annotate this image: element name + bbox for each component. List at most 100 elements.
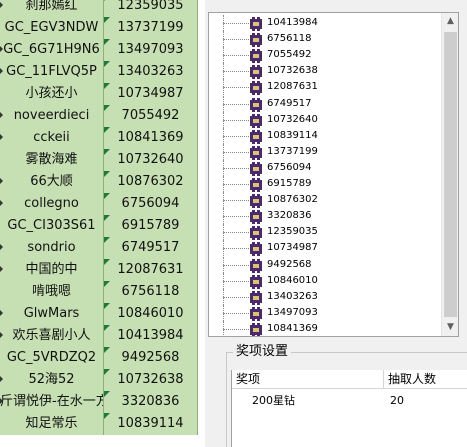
cell-edge[interactable] [198,413,205,435]
list-item[interactable]: 10839114 [209,127,441,144]
cell-user-id[interactable]: 6756118 [104,281,198,303]
cell-user-id[interactable]: 7055492 [104,105,198,127]
cell-user-id[interactable]: 10876302 [104,171,198,193]
table-row[interactable]: 66大顺 10876302 [0,171,205,193]
cell-edge[interactable] [198,237,205,259]
list-item[interactable]: 10846010 [209,272,441,289]
cell-user-id[interactable]: 10732640 [104,149,198,171]
cell-user-id[interactable]: 12087631 [104,259,198,281]
list-item[interactable]: 12087631 [209,79,441,96]
cell-username[interactable]: 雾散海难 [0,149,104,171]
cell-edge[interactable] [198,149,205,171]
scroll-down-icon[interactable]: ▼ [442,319,458,336]
vertical-scrollbar[interactable]: ▲ ▼ [441,13,458,336]
cell-edge[interactable] [198,303,205,325]
cell-username[interactable]: 斤谓悦伊-在水一方 [0,391,104,413]
cell-username[interactable]: sondrio [0,237,104,259]
cell-edge[interactable] [198,347,205,369]
list-item[interactable]: 3320836 [209,208,441,225]
cell-user-id[interactable]: 13403263 [104,61,198,83]
table-row[interactable]: GC_6G71H9N6 13497093 [0,39,205,61]
list-item[interactable]: 7055492 [209,47,441,64]
cell-edge[interactable] [198,215,205,237]
cell-user-id[interactable]: 6749517 [104,237,198,259]
cell-user-id[interactable]: 10841369 [104,127,198,149]
cell-edge[interactable] [198,259,205,281]
list-item[interactable]: 10732640 [209,111,441,128]
cell-username[interactable]: GlwMars [0,303,104,325]
scroll-thumb[interactable] [444,32,457,317]
cell-edge[interactable] [198,83,205,105]
cell-edge[interactable] [198,0,205,17]
table-row[interactable]: GC_5VRDZQ2 9492568 [0,347,205,369]
list-item[interactable]: 10413984 [209,15,441,31]
cell-user-id[interactable]: 9492568 [104,347,198,369]
prize-row[interactable]: 200星钻 20 [232,392,467,410]
list-item[interactable]: 10734987 [209,240,441,257]
table-row[interactable]: 52海52 10732638 [0,369,205,391]
cell-user-id[interactable]: 10846010 [104,303,198,325]
cell-username[interactable]: 啃哦嗯 [0,281,104,303]
cell-edge[interactable] [198,369,205,391]
cell-username[interactable]: 欢乐喜剧小人 [0,325,104,347]
column-header-count[interactable]: 抽取人数 [384,370,467,388]
list-item[interactable]: 13403263 [209,288,441,305]
cell-edge[interactable] [198,17,205,39]
cell-username[interactable]: 刹那嫣红 [0,0,104,17]
cell-user-id[interactable]: 13497093 [104,39,198,61]
cell-user-id[interactable]: 12359035 [104,0,198,17]
list-item[interactable]: 13737199 [209,143,441,160]
list-item[interactable]: 6756094 [209,159,441,176]
cell-username[interactable]: GC_6G71H9N6 [0,39,104,61]
table-row[interactable]: 小孩还小 10734987 [0,83,205,105]
table-row[interactable]: 啃哦嗯 6756118 [0,281,205,303]
prize-table[interactable]: 奖项 抽取人数 200星钻 20 [231,370,467,447]
cell-username[interactable]: 52海52 [0,369,104,391]
cell-username[interactable]: 66大顺 [0,171,104,193]
cell-user-id[interactable]: 6756094 [104,193,198,215]
list-item[interactable]: 12359035 [209,224,441,241]
cell-edge[interactable] [198,39,205,61]
table-row[interactable]: noveerdieci 7055492 [0,105,205,127]
cell-username[interactable]: 知足常乐 [0,413,104,435]
cell-edge[interactable] [198,61,205,83]
cell-edge[interactable] [198,171,205,193]
table-row[interactable]: 雾散海难 10732640 [0,149,205,171]
cell-username[interactable]: 中国的中 [0,259,104,281]
table-row[interactable]: 欢乐喜剧小人 10413984 [0,325,205,347]
cell-username[interactable]: GC_CI303S61 [0,215,104,237]
cell-user-id[interactable]: 13737199 [104,17,198,39]
cell-user-id[interactable]: 10732638 [104,369,198,391]
cell-edge[interactable] [198,193,205,215]
cell-user-id[interactable]: 3320836 [104,391,198,413]
cell-user-id[interactable]: 10734987 [104,83,198,105]
list-item[interactable]: 13497093 [209,304,441,321]
cell-edge[interactable] [198,325,205,347]
column-header-prize[interactable]: 奖项 [232,370,384,388]
cell-username[interactable]: 小孩还小 [0,83,104,105]
cell-user-id[interactable]: 6915789 [104,215,198,237]
table-row[interactable]: sondrio 6749517 [0,237,205,259]
cell-username[interactable]: GC_11FLVQ5P [0,61,104,83]
cell-edge[interactable] [198,391,205,413]
table-row[interactable]: 知足常乐 10839114 [0,413,205,435]
table-row[interactable]: collegno 6756094 [0,193,205,215]
table-row[interactable]: GC_11FLVQ5P 13403263 [0,61,205,83]
table-row[interactable]: cckeii 10841369 [0,127,205,149]
cell-username[interactable]: GC_EGV3NDW [0,17,104,39]
list-item[interactable]: 10876302 [209,192,441,209]
list-item[interactable]: 10732638 [209,63,441,80]
scroll-up-icon[interactable]: ▲ [442,13,458,30]
cell-username[interactable]: noveerdieci [0,105,104,127]
table-row[interactable]: 刹那嫣红 12359035 [0,0,205,17]
table-row[interactable]: GC_EGV3NDW 13737199 [0,17,205,39]
cell-username[interactable]: cckeii [0,127,104,149]
cell-user-id[interactable]: 10839114 [104,413,198,435]
table-row[interactable]: 斤谓悦伊-在水一方 3320836 [0,391,205,413]
list-item[interactable]: 6915789 [209,176,441,192]
table-row[interactable]: GC_CI303S61 6915789 [0,215,205,237]
list-item[interactable]: 10841369 [209,320,441,336]
table-row[interactable]: GlwMars 10846010 [0,303,205,325]
cell-edge[interactable] [198,105,205,127]
list-item[interactable]: 9492568 [209,256,441,273]
